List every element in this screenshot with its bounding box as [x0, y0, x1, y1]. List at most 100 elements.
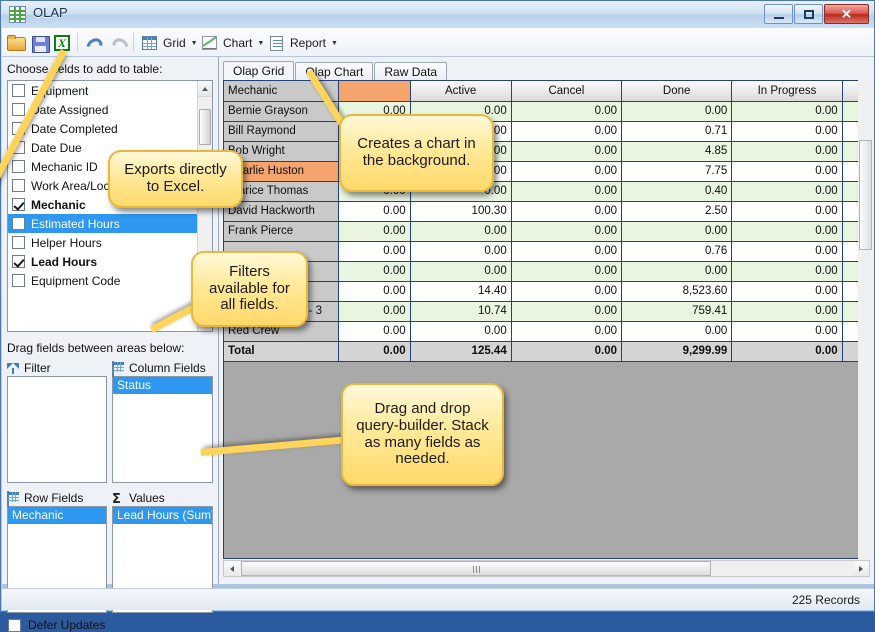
column-header[interactable]: Done: [621, 81, 733, 102]
table-row[interactable]: Red Crew0.000.000.000.000.000.0: [224, 321, 869, 342]
table-row[interactable]: 0.0014.400.008,523.600.000.0: [224, 281, 869, 302]
scrollbar-thumb[interactable]: [241, 561, 711, 576]
field-checkbox[interactable]: [12, 84, 25, 97]
data-cell: 0.00: [621, 261, 733, 282]
callout-text: Drag and drop query-builder. Stack as ma…: [356, 399, 489, 468]
field-checkbox[interactable]: [12, 274, 25, 287]
field-checkbox[interactable]: [12, 179, 25, 192]
grid-menu-button[interactable]: Grid ▼: [140, 32, 198, 54]
chevron-down-icon[interactable]: ▼: [191, 40, 198, 47]
data-cell: 0.00: [511, 181, 623, 202]
column-fields-title: Column Fields: [129, 361, 206, 375]
data-cell: 0.00: [621, 221, 733, 242]
data-cell: 0.00: [731, 321, 843, 342]
chart-menu-button[interactable]: Chart ▼: [200, 32, 264, 54]
row-fields-title: Row Fields: [24, 491, 84, 505]
field-chip-lead-hours-sum[interactable]: Lead Hours (Sum): [113, 507, 212, 524]
tab-olap-grid[interactable]: Olap Grid: [223, 61, 295, 80]
total-cell: 9,299.99: [621, 341, 733, 362]
values-header: Σ Values: [112, 490, 213, 507]
undo-button[interactable]: [82, 32, 102, 54]
report-icon: [267, 33, 287, 53]
data-cell: 0.00: [731, 261, 843, 282]
column-header[interactable]: Cancel: [511, 81, 623, 102]
table-row[interactable]: David Hackworth0.00100.300.002.500.000.0: [224, 201, 869, 222]
values-title: Values: [129, 491, 165, 505]
chevron-down-icon[interactable]: ▼: [257, 40, 264, 47]
filter-area[interactable]: Filter: [7, 360, 107, 483]
redo-button[interactable]: [108, 32, 128, 54]
field-list-item[interactable]: Lead Hours: [8, 252, 212, 271]
table-row[interactable]: Charlie Huston0.000.000.007.750.000.0: [224, 161, 869, 182]
data-cell: 0.00: [338, 221, 411, 242]
query-builder-callout: Drag and drop query-builder. Stack as ma…: [341, 383, 504, 486]
table-row[interactable]: Bob Wright0.000.000.004.850.000.0: [224, 141, 869, 162]
defer-updates-row[interactable]: Defer Updates: [8, 618, 105, 632]
column-fields-box[interactable]: Status: [112, 376, 213, 483]
table-row[interactable]: 0.000.000.000.000.000.0: [224, 261, 869, 282]
filter-area-box[interactable]: [7, 376, 107, 483]
report-menu-button[interactable]: Report ▼: [267, 32, 338, 54]
tab-raw-data[interactable]: Raw Data: [374, 62, 448, 80]
scrollbar-thumb[interactable]: [199, 109, 211, 145]
table-row[interactable]: Clarice Thomas0.000.000.000.400.000.0: [224, 181, 869, 202]
minimize-button[interactable]: [764, 4, 793, 24]
toolbar-separator-2: [133, 33, 134, 52]
data-cell: 10.74: [410, 301, 512, 322]
column-header[interactable]: Active: [410, 81, 512, 102]
field-label: Date Assigned: [31, 102, 109, 117]
sigma-icon: Σ: [112, 491, 121, 507]
maximize-button[interactable]: [794, 4, 823, 24]
data-cell: 0.00: [410, 221, 512, 242]
field-checkbox[interactable]: [12, 217, 25, 230]
table-row[interactable]: Bernie Grayson0.000.000.000.000.000.0: [224, 101, 869, 122]
table-row[interactable]: 0.000.000.000.760.000.0: [224, 241, 869, 262]
olap-grid-area[interactable]: MechanicActiveCancelDoneIn ProgressReque…: [223, 80, 870, 559]
toolbar-separator: [77, 33, 78, 52]
data-cell: 0.00: [511, 261, 623, 282]
row-label: Frank Pierce: [224, 221, 340, 242]
scroll-up-icon[interactable]: [198, 81, 212, 97]
data-cell: 0.00: [731, 281, 843, 302]
field-list-item[interactable]: Date Completed: [8, 119, 212, 138]
data-cell: 0.00: [410, 261, 512, 282]
callout-text: Creates a chart in the background.: [357, 135, 476, 169]
grid-panel: Olap Grid Olap Chart Raw Data Mechanic Acti…: [219, 57, 874, 584]
grid-icon: [140, 33, 160, 53]
close-button[interactable]: ✕: [824, 4, 869, 24]
grid-vertical-scrollbar[interactable]: [858, 80, 874, 559]
field-checkbox[interactable]: [12, 255, 25, 268]
column-header[interactable]: [338, 81, 411, 102]
defer-updates-checkbox[interactable]: [8, 618, 21, 632]
scrollbar-thumb[interactable]: [859, 140, 872, 250]
field-label: Helper Hours: [31, 235, 102, 250]
field-checkbox[interactable]: [12, 160, 25, 173]
field-list-item[interactable]: Equipment Code: [8, 271, 212, 290]
field-list-item[interactable]: Helper Hours: [8, 233, 212, 252]
field-checkbox[interactable]: [12, 198, 25, 211]
data-cell: 0.00: [511, 301, 623, 322]
field-list-item[interactable]: Estimated Hours: [8, 214, 212, 233]
table-row[interactable]: No Assignment - 30.0010.740.00759.410.00…: [224, 301, 869, 322]
total-cell: 125.44: [410, 341, 512, 362]
field-checkbox[interactable]: [12, 103, 25, 116]
data-cell: 0.00: [731, 301, 843, 322]
data-cell: 0.00: [511, 161, 623, 182]
chevron-down-icon[interactable]: ▼: [331, 40, 338, 47]
field-checkbox[interactable]: [12, 236, 25, 249]
data-cell: 0.00: [731, 221, 843, 242]
save-button[interactable]: [30, 32, 50, 54]
open-button[interactable]: [6, 32, 26, 54]
table-row[interactable]: Frank Pierce0.000.000.000.000.000.0: [224, 221, 869, 242]
field-label: Mechanic: [31, 197, 86, 212]
grid-horizontal-scrollbar[interactable]: [223, 560, 870, 577]
data-cell: 759.41: [621, 301, 733, 322]
field-chip-status[interactable]: Status: [113, 377, 212, 394]
column-fields-area[interactable]: Column Fields Status: [112, 360, 213, 483]
scroll-right-icon[interactable]: [853, 561, 869, 576]
scroll-left-icon[interactable]: [224, 561, 240, 576]
table-row[interactable]: Bill Raymond0.000.000.000.710.000.0: [224, 121, 869, 142]
column-header[interactable]: In Progress: [731, 81, 843, 102]
defer-updates-label: Defer Updates: [28, 618, 106, 632]
field-chip-mechanic[interactable]: Mechanic: [8, 507, 106, 524]
